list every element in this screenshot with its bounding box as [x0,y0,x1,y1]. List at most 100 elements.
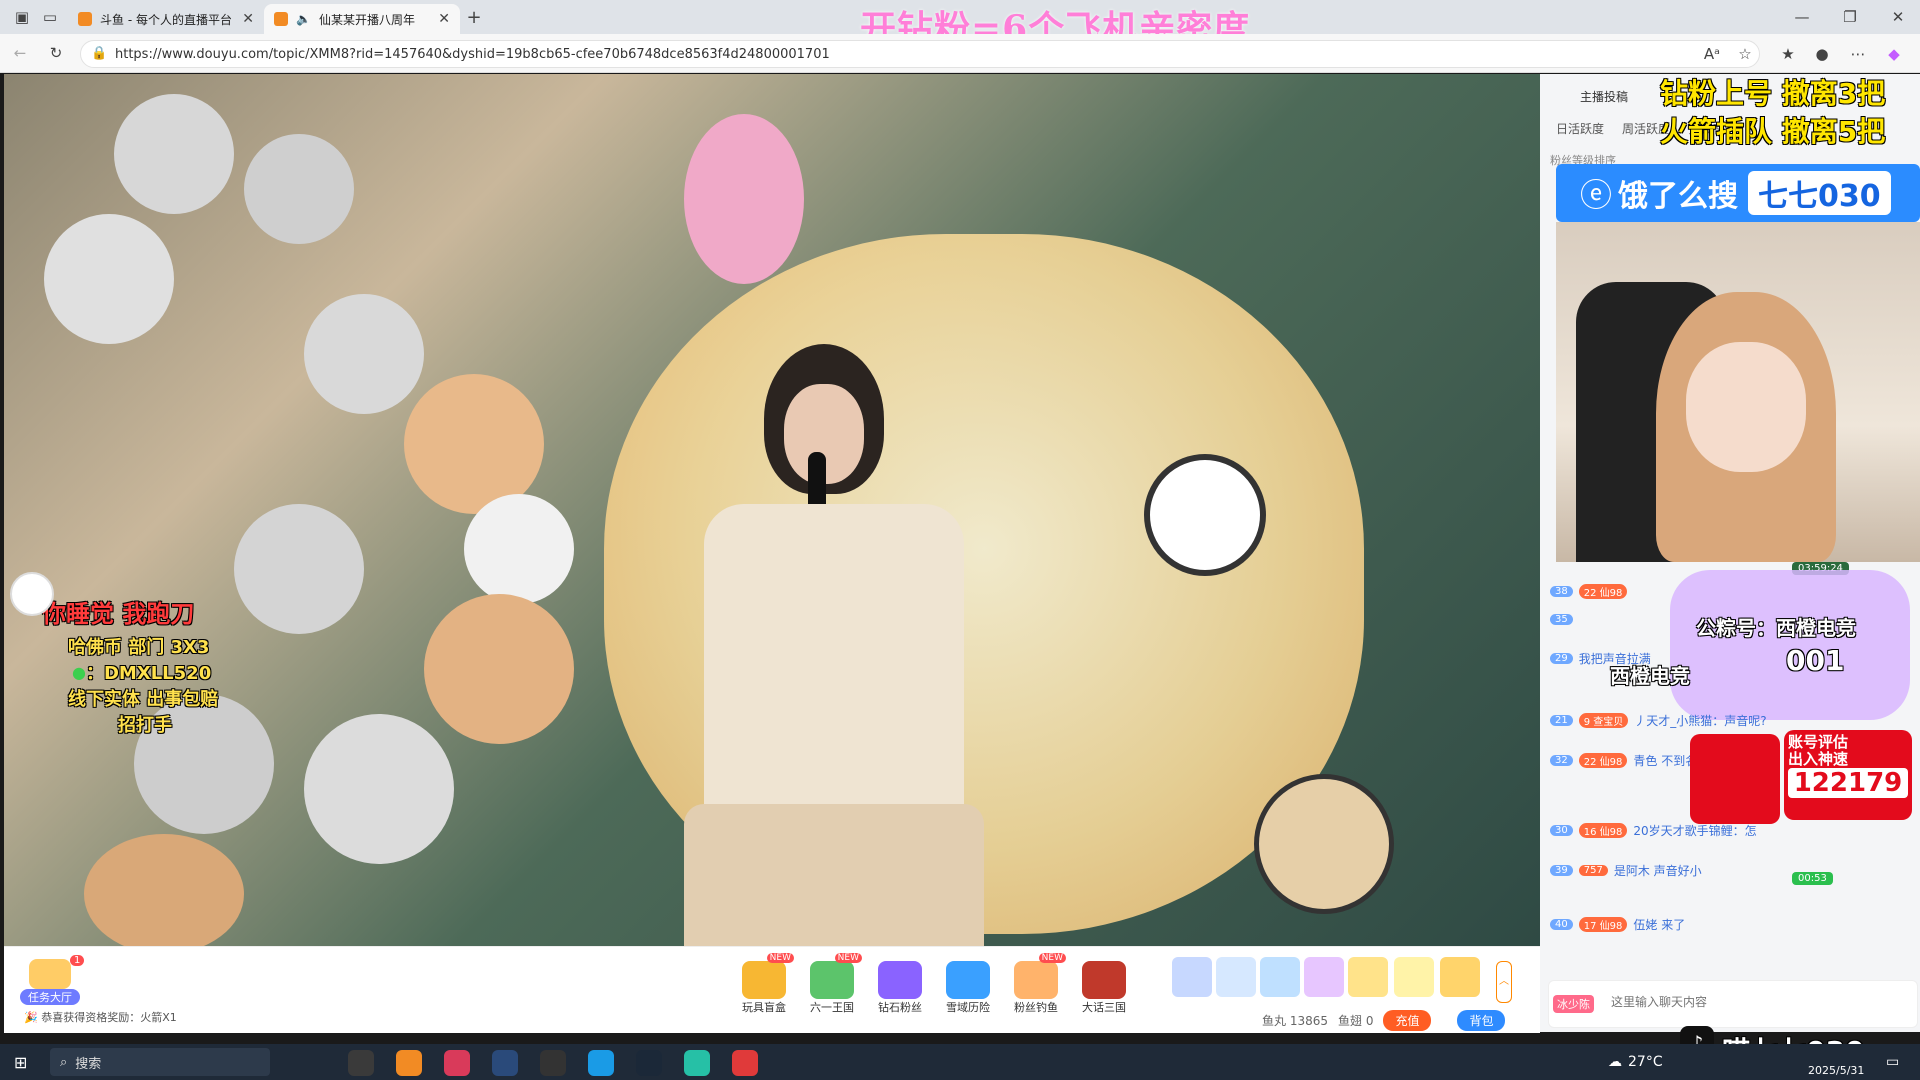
tab-stream[interactable]: 🔈 仙某某开播八周年 ✕ [264,4,460,34]
refresh-icon[interactable]: ↻ [44,41,68,65]
eleme-ad-banner: ⓔ 饿了么搜 七七030 [1556,164,1920,222]
gift-item[interactable]: NEW 六一王国 [802,953,862,1015]
user-level-badge: 30 [1550,825,1573,836]
chat-text: 我把声音拉满 [1578,652,1651,666]
taskbar-app-icon[interactable] [348,1050,374,1076]
performer-skirt [684,804,984,946]
gift-icon [946,961,990,999]
ad-code-text: 七七030 [1748,171,1891,215]
tab-actions-icon[interactable]: ▭ [38,5,62,29]
taskbar-search-box[interactable]: ⌕ 搜索 [50,1048,270,1076]
chat-message: 39 757 是阿木 声音好小 [1550,862,1702,879]
restore-icon[interactable]: ❐ [1838,5,1862,29]
chat-message: 40 17 仙98 伍姥 来了 [1550,916,1685,933]
gift-item[interactable]: NEW 粉丝钓鱼 [1006,953,1066,1015]
gift-item[interactable]: 钻石粉丝 [870,961,930,1015]
streamer-face [1686,342,1806,472]
fan-badge: 16 仙98 [1578,823,1628,838]
taskbar-app-icon[interactable] [540,1050,566,1076]
recharge-button[interactable]: 充值 [1383,1010,1432,1031]
gift-icon [1014,961,1058,999]
speaker-icon[interactable]: 🔈 [296,12,311,26]
reward-message: 🎉 恭喜获得资格奖励：火箭X1 [24,1009,177,1025]
windows-start-icon[interactable]: ⊞ [14,1053,27,1072]
egg-decoration [684,114,804,284]
chat-input[interactable] [1609,989,1813,1015]
gift-item[interactable]: 雪域历险 [938,961,998,1015]
new-tab-icon[interactable]: + [462,5,486,29]
new-badge: NEW [1038,953,1066,963]
steam-icon[interactable] [636,1050,662,1076]
chat-message: 32 22 仙98 青色 不到名字 [1550,752,1709,769]
gift-label: 玩具盲盒 [742,1001,786,1014]
task-hall-label: 任务大厅 [20,989,80,1005]
lock-icon: 🔒 [91,46,108,61]
minimize-icon[interactable]: — [1790,5,1814,29]
back-icon[interactable]: ← [8,41,32,65]
chest-timer: 00:53 [1792,872,1833,885]
gift-item[interactable] [1304,957,1344,997]
taskbar-app-icon[interactable] [492,1050,518,1076]
chat-message: 29 我把声音拉满 [1550,650,1651,667]
overlay-wechat-id: ：DMXLL520 [85,663,212,684]
gift-item[interactable] [1440,957,1480,997]
video-player[interactable]: 你睡觉 我跑刀 哈佛币 部门 3X3 ● ：DMXLL520 线下实体 出事包赔… [4,74,1540,946]
close-tab-icon[interactable]: ✕ [242,11,254,27]
user-level-badge: 29 [1550,653,1573,664]
weather-widget[interactable]: ☁ 27°C [1608,1054,1663,1070]
gift-icon [810,961,854,999]
user-level-badge: 38 [1550,586,1573,597]
account-eval-card: 账号评估 出入神速 122179 [1784,730,1912,820]
task-badge: 1 [70,955,85,966]
tab-daily[interactable]: 日活跃度 [1556,120,1604,137]
cartoon-character-art [1144,454,1266,576]
gift-item[interactable] [1394,957,1434,997]
close-window-icon[interactable]: ✕ [1886,5,1910,29]
tab-douyu-home[interactable]: 斗鱼 - 每个人的直播平台 ✕ [68,4,264,34]
url-field[interactable]: 🔒 https://www.douyu.com/topic/XMM8?rid=1… [80,40,1760,68]
gift-icon [742,961,786,999]
taskbar-app-icon[interactable] [732,1050,758,1076]
copilot-icon[interactable]: ◆ [1882,42,1906,66]
taskbar-app-icon[interactable] [444,1050,470,1076]
douyu-favicon-icon [78,12,92,26]
gift-item[interactable] [1216,957,1256,997]
backpack-button[interactable]: 背包 [1457,1010,1506,1031]
taskbar-app-icon[interactable] [396,1050,422,1076]
workspaces-icon[interactable]: ▣ [10,5,34,29]
search-icon: ⌕ [60,1054,68,1070]
new-badge: NEW [834,953,862,963]
gift-item[interactable] [1348,957,1388,997]
profile-avatar-icon[interactable]: ● [1810,42,1834,66]
panda-logo-icon [1690,734,1780,824]
chat-text: 丿天才_小熊猫：声音呢? [1634,714,1767,728]
gift-item[interactable] [1260,957,1300,997]
task-hall-button[interactable]: 1 任务大厅 [20,955,85,1005]
taskbar-app-icon[interactable] [588,1050,614,1076]
chat-message: 30 16 仙98 20岁天才歌手锦鲤：怎 [1550,822,1757,839]
gift-item[interactable]: NEW 玩具盲盒 [734,953,794,1015]
favorites-icon[interactable]: ★ [1776,42,1800,66]
performer-figure [684,344,984,946]
account-number: 122179 [1788,768,1908,798]
tab-title: 仙某某开播八周年 [318,12,415,27]
favorite-star-icon[interactable]: ☆ [1733,42,1757,66]
anchor-avatar[interactable] [10,572,54,616]
gift-icon [1082,961,1126,999]
close-tab-icon[interactable]: ✕ [438,11,450,27]
fish-ball-count: 鱼丸 13865 [1262,1014,1328,1028]
left-overlay-text: 你睡觉 我跑刀 哈佛币 部门 3X3 ● ：DMXLL520 线下实体 出事包赔… [42,594,218,737]
gift-item[interactable]: 大话三国 [1074,961,1134,1015]
balloon-decoration [464,494,574,604]
gift-scroll-up-icon[interactable]: ︿ [1496,961,1512,1003]
more-menu-icon[interactable]: ⋯ [1846,42,1870,66]
notification-icon[interactable]: ▭ [1886,1054,1899,1070]
overlay-yellow-line: 招打手 [118,715,172,736]
user-level-badge: 32 [1550,755,1573,766]
wechat-line: ● ：DMXLL520 [72,659,218,685]
fan-badge: 22 仙98 [1578,753,1628,768]
fish-fin-count: 鱼翅 0 [1338,1014,1374,1028]
read-aloud-icon[interactable]: Aᵃ [1700,42,1724,66]
edge-icon[interactable] [684,1050,710,1076]
gift-item[interactable] [1172,957,1212,997]
